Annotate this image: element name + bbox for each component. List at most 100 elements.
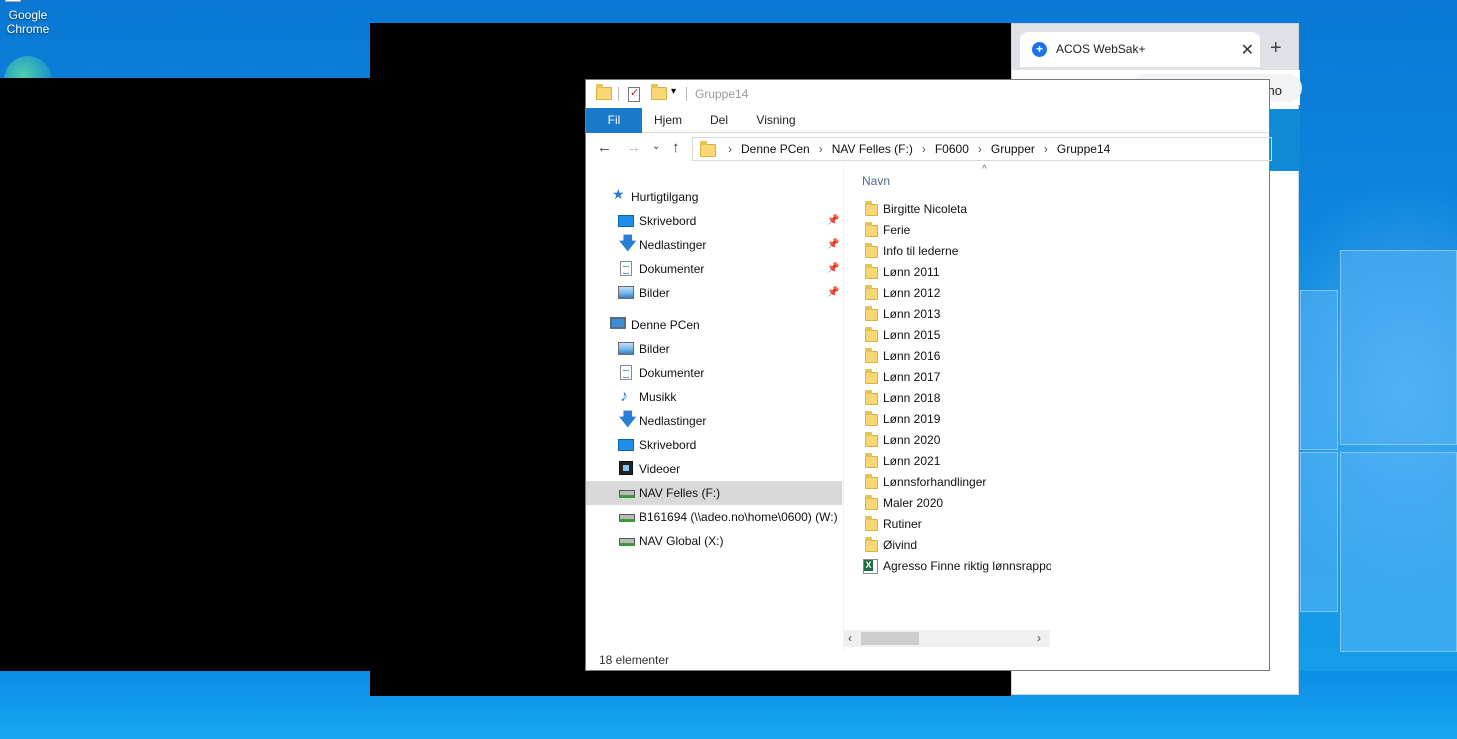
nav-label: Videoer xyxy=(639,462,681,476)
nav-quick-access[interactable]: ★ Hurtigtilgang xyxy=(586,185,842,209)
nav-label: NAV Global (X:) xyxy=(639,534,724,548)
list-item[interactable]: Lønn 2011 xyxy=(861,262,1051,283)
list-item[interactable]: Lønn 2018 xyxy=(861,388,1051,409)
list-item[interactable]: Lønn 2013 xyxy=(861,304,1051,325)
file-name: Birgitte Nicoleta xyxy=(883,202,968,216)
desktop-icon-google-chrome[interactable]: Google Chrome xyxy=(0,0,56,36)
list-item[interactable]: Lønn 2016 xyxy=(861,346,1051,367)
nav-label: Skrivebord xyxy=(639,438,697,452)
nav-item-skrivebord[interactable]: Skrivebord xyxy=(586,433,842,457)
explorer-body: ★ Hurtigtilgang Skrivebord 📌 🡇 Nedlastin… xyxy=(586,164,1271,651)
tab-hjem[interactable]: Hjem xyxy=(650,108,686,133)
list-item[interactable]: Maler 2020 xyxy=(861,493,1051,514)
chevron-right-icon: › xyxy=(1043,142,1048,156)
folder-icon xyxy=(865,453,878,468)
back-arrow-icon[interactable]: ← xyxy=(597,139,612,156)
folder-icon xyxy=(865,516,878,531)
breadcrumb-item[interactable]: Grupper xyxy=(991,142,1035,156)
file-name: Rutiner xyxy=(883,517,922,531)
nav-label: NAV Felles (F:) xyxy=(639,486,721,500)
folder-icon xyxy=(865,432,878,447)
nav-item-nedlastinger[interactable]: 🡇 Nedlastinger 📌 xyxy=(586,233,842,257)
chevron-down-icon[interactable]: ▾ xyxy=(671,86,676,97)
new-folder-icon[interactable] xyxy=(651,84,667,100)
tab-del[interactable]: Del xyxy=(704,108,734,133)
chrome-tab[interactable]: + ACOS WebSak+ ✕ xyxy=(1020,32,1260,67)
nav-item-bilder[interactable]: Bilder 📌 xyxy=(586,281,842,305)
list-item[interactable]: Lønn 2015 xyxy=(861,325,1051,346)
nav-label: Bilder xyxy=(639,286,670,300)
scroll-right-icon[interactable]: › xyxy=(1037,631,1041,645)
nav-item-nedlastinger[interactable]: 🡇 Nedlastinger xyxy=(586,409,842,433)
list-item[interactable]: Birgitte Nicoleta xyxy=(861,199,1051,220)
item-count: 18 elementer xyxy=(599,653,670,667)
new-tab-button[interactable]: + xyxy=(1270,37,1282,60)
breadcrumb-item[interactable]: NAV Felles (F:) xyxy=(832,142,913,156)
scroll-left-icon[interactable]: ‹ xyxy=(848,631,852,645)
folder-icon xyxy=(865,201,878,216)
breadcrumb-item[interactable]: F0600 xyxy=(935,142,969,156)
up-arrow-icon[interactable]: ↑ xyxy=(672,139,680,156)
properties-icon[interactable] xyxy=(628,86,640,102)
folder-icon xyxy=(865,411,878,426)
file-name: Lønn 2017 xyxy=(883,370,941,384)
forward-arrow-icon[interactable]: → xyxy=(626,139,641,156)
file-name: Agresso Finne riktig lønnsrappo xyxy=(883,559,1051,573)
divider xyxy=(618,87,619,101)
nav-item-skrivebord[interactable]: Skrivebord 📌 xyxy=(586,209,842,233)
list-item[interactable]: Lønn 2020 xyxy=(861,430,1051,451)
status-bar: 18 elementer xyxy=(586,651,1271,671)
file-name: Lønnsforhandlinger xyxy=(883,475,987,489)
scroll-thumb[interactable] xyxy=(861,632,919,645)
list-item[interactable]: Lønn 2012 xyxy=(861,283,1051,304)
column-header-name[interactable]: Navn xyxy=(862,174,890,188)
list-item[interactable]: Øivind xyxy=(861,535,1051,556)
nav-label: Bilder xyxy=(639,342,670,356)
list-item[interactable]: Lønnsforhandlinger xyxy=(861,472,1051,493)
tab-fil[interactable]: Fil xyxy=(586,108,642,133)
divider xyxy=(686,87,687,101)
list-item[interactable]: Agresso Finne riktig lønnsrappo xyxy=(861,556,1051,577)
file-name: Øivind xyxy=(883,538,918,552)
file-name: Maler 2020 xyxy=(883,496,944,510)
folder-icon xyxy=(865,243,878,258)
nav-item-nav-felles[interactable]: NAV Felles (F:) xyxy=(586,481,842,505)
network-drive-icon xyxy=(619,514,635,522)
list-item[interactable]: Lønn 2019 xyxy=(861,409,1051,430)
list-item[interactable]: Rutiner xyxy=(861,514,1051,535)
nav-label: Dokumenter xyxy=(639,366,705,380)
list-item[interactable]: Ferie xyxy=(861,220,1051,241)
quick-access-toolbar: ▾ Gruppe14 xyxy=(586,80,1269,108)
file-name: Ferie xyxy=(883,223,911,237)
folder-icon xyxy=(596,84,612,100)
breadcrumb-item[interactable]: Gruppe14 xyxy=(1057,142,1110,156)
desktop-icon xyxy=(618,439,634,451)
folder-icon xyxy=(865,495,878,510)
nav-item-videoer[interactable]: Videoer xyxy=(586,457,842,481)
pin-icon: 📌 xyxy=(827,287,840,298)
nav-this-pc[interactable]: Denne PCen xyxy=(586,313,842,337)
address-bar[interactable]: › Denne PCen › NAV Felles (F:) › F0600 ›… xyxy=(692,137,1272,161)
file-explorer-window: ▾ Gruppe14 Fil Hjem Del Visning ← → ⌄ ↑ … xyxy=(585,79,1272,671)
nav-label: Musikk xyxy=(639,390,677,404)
list-item[interactable]: Lønn 2021 xyxy=(861,451,1051,472)
chevron-right-icon: › xyxy=(921,142,926,156)
nav-item-nav-global[interactable]: NAV Global (X:) xyxy=(586,529,842,553)
recent-chevron-icon[interactable]: ⌄ xyxy=(652,141,660,152)
nav-item-bilder[interactable]: Bilder xyxy=(586,337,842,361)
window-title: Gruppe14 xyxy=(695,87,749,101)
nav-item-musikk[interactable]: ♪ Musikk xyxy=(586,385,842,409)
chevron-right-icon: › xyxy=(728,142,732,156)
nav-item-dokumenter[interactable]: Dokumenter xyxy=(586,361,842,385)
list-item[interactable]: Info til lederne xyxy=(861,241,1051,262)
breadcrumb-item[interactable]: Denne PCen xyxy=(741,142,810,156)
tab-visning[interactable]: Visning xyxy=(754,108,798,133)
nav-item-home-drive[interactable]: B161694 (\\adeo.no\home\0600) (W:) xyxy=(586,505,842,529)
folder-icon xyxy=(865,264,878,279)
close-icon[interactable]: ✕ xyxy=(1241,40,1254,60)
list-item[interactable]: Lønn 2017 xyxy=(861,367,1051,388)
edge-icon[interactable] xyxy=(4,56,52,80)
horizontal-scrollbar[interactable]: ‹ › xyxy=(844,630,1050,647)
excel-file-icon xyxy=(863,559,878,574)
nav-item-dokumenter[interactable]: Dokumenter 📌 xyxy=(586,257,842,281)
